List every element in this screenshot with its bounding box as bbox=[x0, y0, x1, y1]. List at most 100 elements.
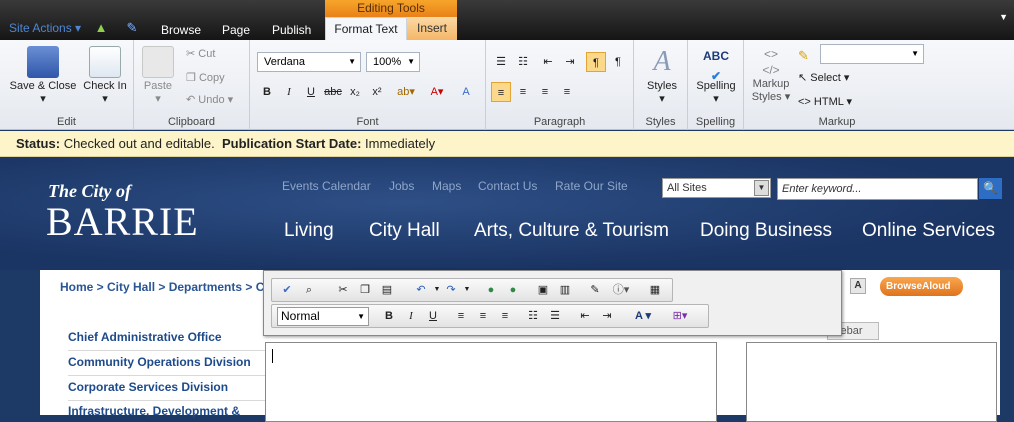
markup-styles-icon: <> </> bbox=[762, 47, 780, 77]
numbered-list-icon[interactable]: ☷ bbox=[513, 52, 533, 72]
left-nav-item[interactable]: Chief Administrative Office bbox=[68, 330, 222, 344]
justify-icon[interactable]: ≡ bbox=[557, 82, 577, 102]
left-nav-item[interactable]: Community Operations Division bbox=[68, 355, 251, 369]
nav-doing-business[interactable]: Doing Business bbox=[700, 220, 832, 242]
save-close-button[interactable]: Save & Close ▾ bbox=[8, 46, 78, 105]
properties-icon[interactable]: ⓘ▾ bbox=[612, 281, 630, 299]
bold-button[interactable]: B bbox=[380, 307, 398, 325]
bold-button[interactable]: B bbox=[257, 82, 277, 102]
align-right-icon[interactable]: ≡ bbox=[496, 307, 514, 325]
check-in-button[interactable]: Check In ▾ bbox=[80, 46, 130, 105]
spelling-button[interactable]: ABC ✔ Spelling ▾ bbox=[692, 46, 740, 105]
align-center-icon[interactable]: ≡ bbox=[513, 82, 533, 102]
link-events-calendar[interactable]: Events Calendar bbox=[282, 179, 371, 193]
undo-label: Undo bbox=[198, 94, 225, 106]
group-styles: A Styles ▾ Styles bbox=[634, 40, 688, 130]
link-icon[interactable]: ● bbox=[482, 281, 500, 299]
font-size-select[interactable]: 100% ▼ bbox=[366, 52, 420, 72]
tab-browse[interactable]: Browse bbox=[161, 23, 201, 37]
undo-button[interactable]: ↶ Undo ▾ bbox=[186, 93, 233, 106]
html-button[interactable]: <> HTML ▾ bbox=[798, 95, 852, 108]
font-color-button[interactable]: A▾ bbox=[423, 82, 451, 102]
language-icon[interactable]: ✎ bbox=[798, 48, 809, 64]
sidebar-editor-area[interactable] bbox=[746, 342, 997, 422]
logo[interactable]: BARRIE bbox=[46, 198, 199, 245]
highlight-icon[interactable]: ⊞▾ bbox=[664, 307, 696, 325]
indent-icon[interactable]: ⇥ bbox=[560, 52, 580, 72]
search-scope-select[interactable]: All Sites ▼ bbox=[662, 178, 771, 198]
underline-button[interactable]: U bbox=[301, 82, 321, 102]
ltr-icon[interactable]: ¶ bbox=[586, 52, 606, 72]
unlink-icon[interactable]: ● bbox=[504, 281, 522, 299]
clear-format-icon[interactable]: A bbox=[456, 82, 476, 102]
left-nav-item[interactable]: Corporate Services Division bbox=[68, 380, 228, 394]
select-button[interactable]: ↖ Select ▾ bbox=[798, 71, 849, 84]
outdent-icon[interactable]: ⇤ bbox=[538, 52, 558, 72]
navigate-up-icon[interactable]: ▲ bbox=[93, 20, 109, 36]
indent-icon[interactable]: ⇥ bbox=[598, 307, 616, 325]
link-maps[interactable]: Maps bbox=[432, 179, 461, 193]
breadcrumb[interactable]: Home > City Hall > Departments > Co bbox=[60, 280, 272, 294]
copy-button[interactable]: ❐ Copy bbox=[186, 71, 225, 84]
paste-icon[interactable]: ▤ bbox=[378, 281, 396, 299]
select-label: Select bbox=[810, 72, 841, 84]
link-jobs[interactable]: Jobs bbox=[389, 179, 414, 193]
site-actions-menu[interactable]: Site Actions ▾ bbox=[9, 21, 81, 35]
image-icon[interactable]: ▣ bbox=[534, 281, 552, 299]
insert-image-icon[interactable]: ▥ bbox=[556, 281, 574, 299]
format-select[interactable]: Normal ▼ bbox=[277, 307, 369, 326]
main-editor-area[interactable] bbox=[265, 342, 717, 422]
outdent-icon[interactable]: ⇤ bbox=[576, 307, 594, 325]
link-contact-us[interactable]: Contact Us bbox=[478, 179, 537, 193]
bullet-list-icon[interactable]: ☰ bbox=[491, 52, 511, 72]
align-right-icon[interactable]: ≡ bbox=[535, 82, 555, 102]
left-nav-item[interactable]: Infrastructure, Development & bbox=[68, 404, 240, 418]
tab-insert[interactable]: Insert bbox=[407, 17, 457, 40]
markup-styles-button[interactable]: <> </> Markup Styles ▾ bbox=[748, 46, 794, 103]
edit-source-icon[interactable]: ✎ bbox=[586, 281, 604, 299]
copy-icon[interactable]: ❐ bbox=[356, 281, 374, 299]
align-left-icon[interactable]: ≡ bbox=[452, 307, 470, 325]
tab-format-text[interactable]: Format Text bbox=[325, 17, 407, 40]
nav-online-services[interactable]: Online Services bbox=[862, 220, 995, 242]
markup-styles-label-1: Markup bbox=[752, 78, 790, 90]
italic-button[interactable]: I bbox=[402, 307, 420, 325]
ribbon-top-bar: Site Actions ▾ ▲ ✎ Browse Page Publish E… bbox=[0, 0, 1014, 40]
tab-publish[interactable]: Publish bbox=[272, 23, 311, 37]
underline-button[interactable]: U bbox=[424, 307, 442, 325]
font-color-button[interactable]: A ▾ bbox=[628, 307, 658, 325]
numbered-list-icon[interactable]: ☷ bbox=[524, 307, 542, 325]
find-icon[interactable]: ⌕ bbox=[300, 281, 318, 299]
superscript-button[interactable]: x² bbox=[367, 82, 387, 102]
cut-icon[interactable]: ✂ bbox=[334, 281, 352, 299]
search-button[interactable]: 🔍 bbox=[979, 178, 1002, 199]
nav-city-hall[interactable]: City Hall bbox=[369, 220, 440, 242]
tab-page[interactable]: Page bbox=[222, 23, 250, 37]
search-input[interactable]: Enter keyword... bbox=[777, 178, 978, 200]
spellcheck-icon[interactable]: ✔ bbox=[278, 281, 296, 299]
ribbon-collapse-icon[interactable]: ▼ bbox=[999, 12, 1008, 22]
chevron-down-icon[interactable]: ▼ bbox=[458, 281, 476, 299]
align-left-icon[interactable]: ≡ bbox=[491, 82, 511, 102]
link-rate-our-site[interactable]: Rate Our Site bbox=[555, 179, 628, 193]
paste-button[interactable]: Paste ▾ bbox=[140, 46, 176, 105]
language-select[interactable]: ▼ bbox=[820, 44, 924, 64]
font-family-select[interactable]: Verdana ▼ bbox=[257, 52, 361, 72]
save-close-label: Save & Close bbox=[9, 80, 77, 92]
align-center-icon[interactable]: ≡ bbox=[474, 307, 492, 325]
styles-button[interactable]: A Styles ▾ bbox=[642, 46, 682, 105]
strikethrough-button[interactable]: abc bbox=[323, 82, 343, 102]
highlight-color-button[interactable]: ab▾ bbox=[392, 82, 420, 102]
italic-button[interactable]: I bbox=[279, 82, 299, 102]
rtl-icon[interactable]: ¶ bbox=[608, 52, 628, 72]
table-icon[interactable]: ▦ bbox=[646, 281, 664, 299]
text-size-button[interactable]: A bbox=[850, 278, 866, 294]
nav-living[interactable]: Living bbox=[284, 220, 334, 242]
cut-button[interactable]: ✂ Cut bbox=[186, 47, 215, 60]
bullet-list-icon[interactable]: ☰ bbox=[546, 307, 564, 325]
browse-aloud-button[interactable]: BrowseAloud bbox=[880, 277, 963, 296]
nav-arts-culture-tourism[interactable]: Arts, Culture & Tourism bbox=[474, 220, 669, 242]
edit-page-icon[interactable]: ✎ bbox=[124, 20, 140, 36]
divider bbox=[68, 400, 278, 401]
subscript-button[interactable]: x₂ bbox=[345, 82, 365, 102]
